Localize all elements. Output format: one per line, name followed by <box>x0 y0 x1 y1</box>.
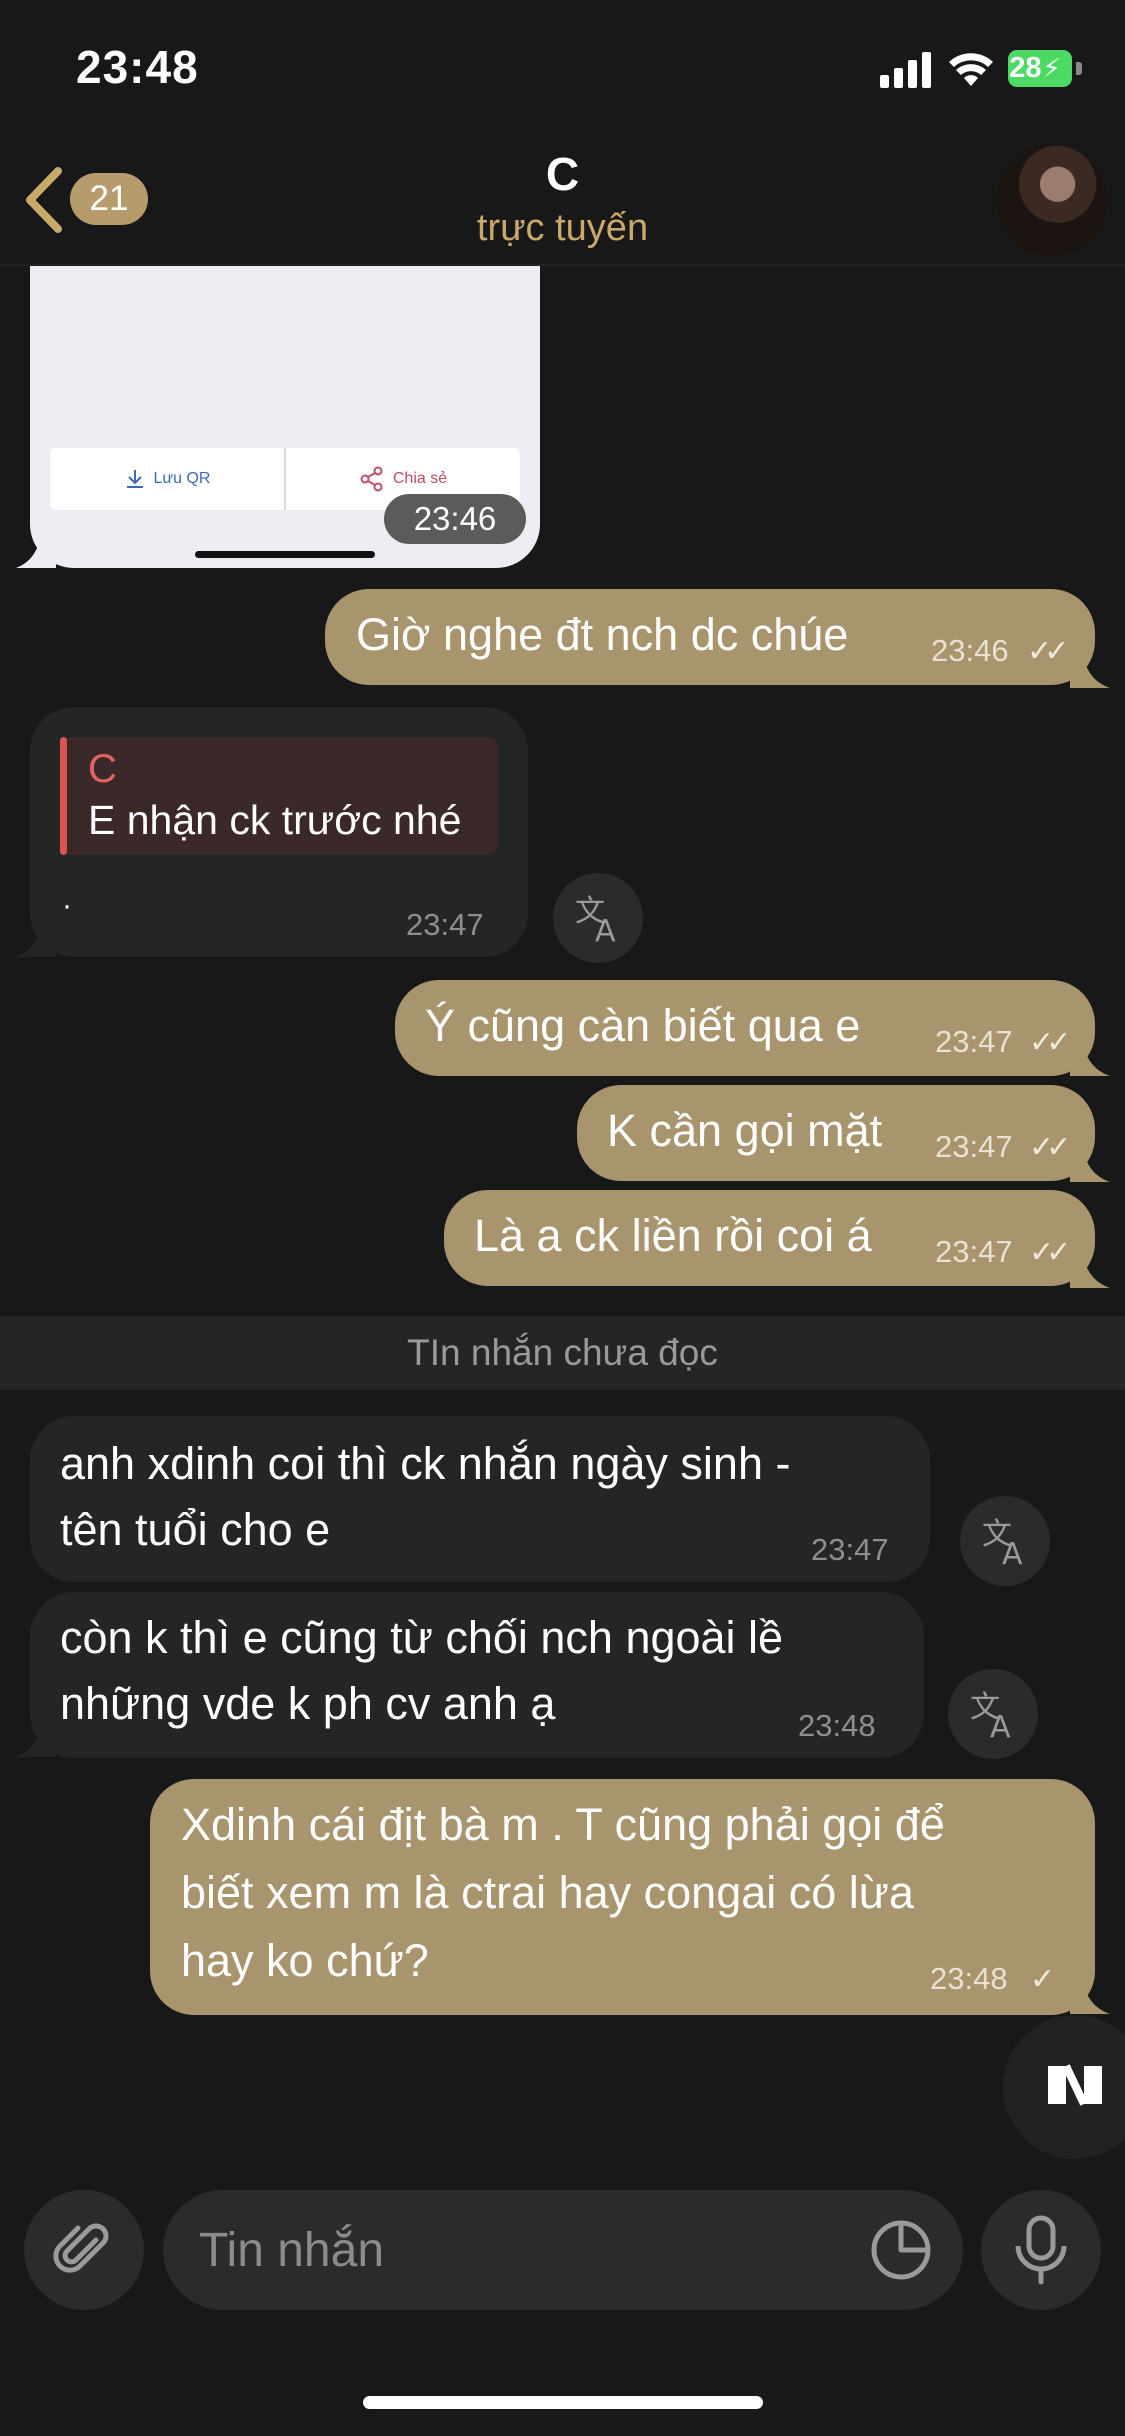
chat-status: trực tuyến <box>476 207 649 249</box>
translate-button[interactable]: 文 A <box>553 873 643 963</box>
double-check-icon: ✓✓ <box>1029 1026 1071 1059</box>
battery-nub <box>1076 62 1082 75</box>
incoming-message[interactable]: anh xdinh coi thì ck nhắn ngày sinh - tê… <box>30 1416 930 1582</box>
message-text: Ý cũng càn biết qua e <box>425 1000 861 1051</box>
message-time: 23:47 <box>935 1024 1013 1059</box>
message-time: 23:48 <box>930 1961 1008 1996</box>
translate-icon: 文 A <box>982 1517 1023 1568</box>
sticker-button[interactable] <box>866 2215 936 2285</box>
battery-level: 28 <box>1009 52 1042 84</box>
message-input[interactable] <box>163 2190 963 2310</box>
message-text-line: còn k thì e cũng từ chối nch ngoài lề <box>60 1612 784 1663</box>
wifi-icon <box>949 53 993 86</box>
charging-icon: ⚡ <box>1042 53 1061 83</box>
download-icon <box>126 470 143 488</box>
sticker-icon <box>871 2220 931 2280</box>
incoming-message[interactable]: C E nhận ck trước nhé · 23:47 <box>30 707 528 957</box>
avatar[interactable] <box>996 145 1108 257</box>
reply-quote[interactable]: C E nhận ck trước nhé <box>60 737 498 855</box>
outgoing-message[interactable]: Xdinh cái địt bà m . T cũng phải gọi để … <box>150 1779 1095 2015</box>
unread-messages-divider: TIn nhắn chưa đọc <box>0 1316 1125 1390</box>
app-logo-icon <box>1048 2064 1102 2106</box>
translate-button[interactable]: 文 A <box>960 1496 1050 1586</box>
message-time: 23:46 <box>931 633 1009 668</box>
message-time: 23:48 <box>798 1708 876 1743</box>
reply-text: E nhận ck trước nhé <box>88 797 462 843</box>
voice-record-button[interactable] <box>981 2190 1101 2310</box>
message-text: · <box>62 889 72 922</box>
chat-title[interactable]: C <box>0 147 1125 201</box>
svg-text:A: A <box>1002 1537 1023 1568</box>
battery-indicator: 28 ⚡ <box>1008 50 1072 87</box>
double-check-icon: ✓✓ <box>1029 1131 1071 1164</box>
incoming-message[interactable]: còn k thì e cũng từ chối nch ngoài lề nh… <box>30 1592 924 1758</box>
share-icon <box>360 466 383 492</box>
message-text-line: biết xem m là ctrai hay congai có lừa <box>181 1867 914 1918</box>
home-indicator <box>363 2396 763 2409</box>
message-time: 23:47 <box>935 1234 1013 1269</box>
svg-text:A: A <box>990 1710 1011 1741</box>
outgoing-message[interactable]: Giờ nghe đt nch dc chúe 23:46 ✓✓ <box>325 589 1095 685</box>
double-check-icon: ✓✓ <box>1029 1236 1071 1269</box>
reply-accent-bar <box>60 737 67 855</box>
signal-icon <box>880 52 932 88</box>
qr-save-button[interactable]: Lưu QR <box>50 448 284 510</box>
outgoing-message[interactable]: Là a ck liền rồi coi á 23:47 ✓✓ <box>444 1190 1095 1286</box>
outgoing-message[interactable]: K cần gọi mặt 23:47 ✓✓ <box>577 1085 1095 1181</box>
attach-icon <box>53 2223 109 2273</box>
double-check-icon: ✓✓ <box>1027 635 1069 668</box>
message-time: 23:47 <box>935 1129 1013 1164</box>
message-text: Là a ck liền rồi coi á <box>474 1210 872 1261</box>
status-time: 23:48 <box>76 41 199 93</box>
translate-icon: 文 A <box>970 1690 1011 1741</box>
qr-image-message[interactable]: Lưu QR Chia sẻ 23:46 <box>30 266 540 568</box>
message-text-line: Xdinh cái địt bà m . T cũng phải gọi để <box>181 1799 945 1850</box>
translate-icon: 文 A <box>575 894 616 945</box>
qr-home-indicator <box>195 551 375 558</box>
attach-button[interactable] <box>24 2190 144 2310</box>
reply-sender: C <box>88 747 117 791</box>
qr-save-label: Lưu QR <box>153 470 211 487</box>
message-text-line: anh xdinh coi thì ck nhắn ngày sinh - <box>60 1438 791 1489</box>
qr-share-label: Chia sẻ <box>392 470 448 487</box>
message-time: 23:46 <box>384 494 526 544</box>
translate-button[interactable]: 文 A <box>948 1669 1038 1759</box>
svg-text:A: A <box>595 914 616 945</box>
floating-app-button[interactable] <box>1003 2015 1125 2159</box>
message-time: 23:47 <box>811 1532 889 1567</box>
message-text: K cần gọi mặt <box>607 1105 883 1156</box>
outgoing-message[interactable]: Ý cũng càn biết qua e 23:47 ✓✓ <box>395 980 1095 1076</box>
mic-icon <box>1015 2215 1067 2285</box>
message-text-line: hay ko chứ? <box>181 1935 429 1986</box>
message-text-line: tên tuổi cho e <box>60 1504 331 1555</box>
message-text-line: những vde k ph cv anh ạ <box>60 1678 556 1729</box>
message-time: 23:47 <box>406 907 484 942</box>
message-text: Giờ nghe đt nch dc chúe <box>356 609 849 660</box>
check-icon: ✓ <box>1030 1963 1055 1996</box>
